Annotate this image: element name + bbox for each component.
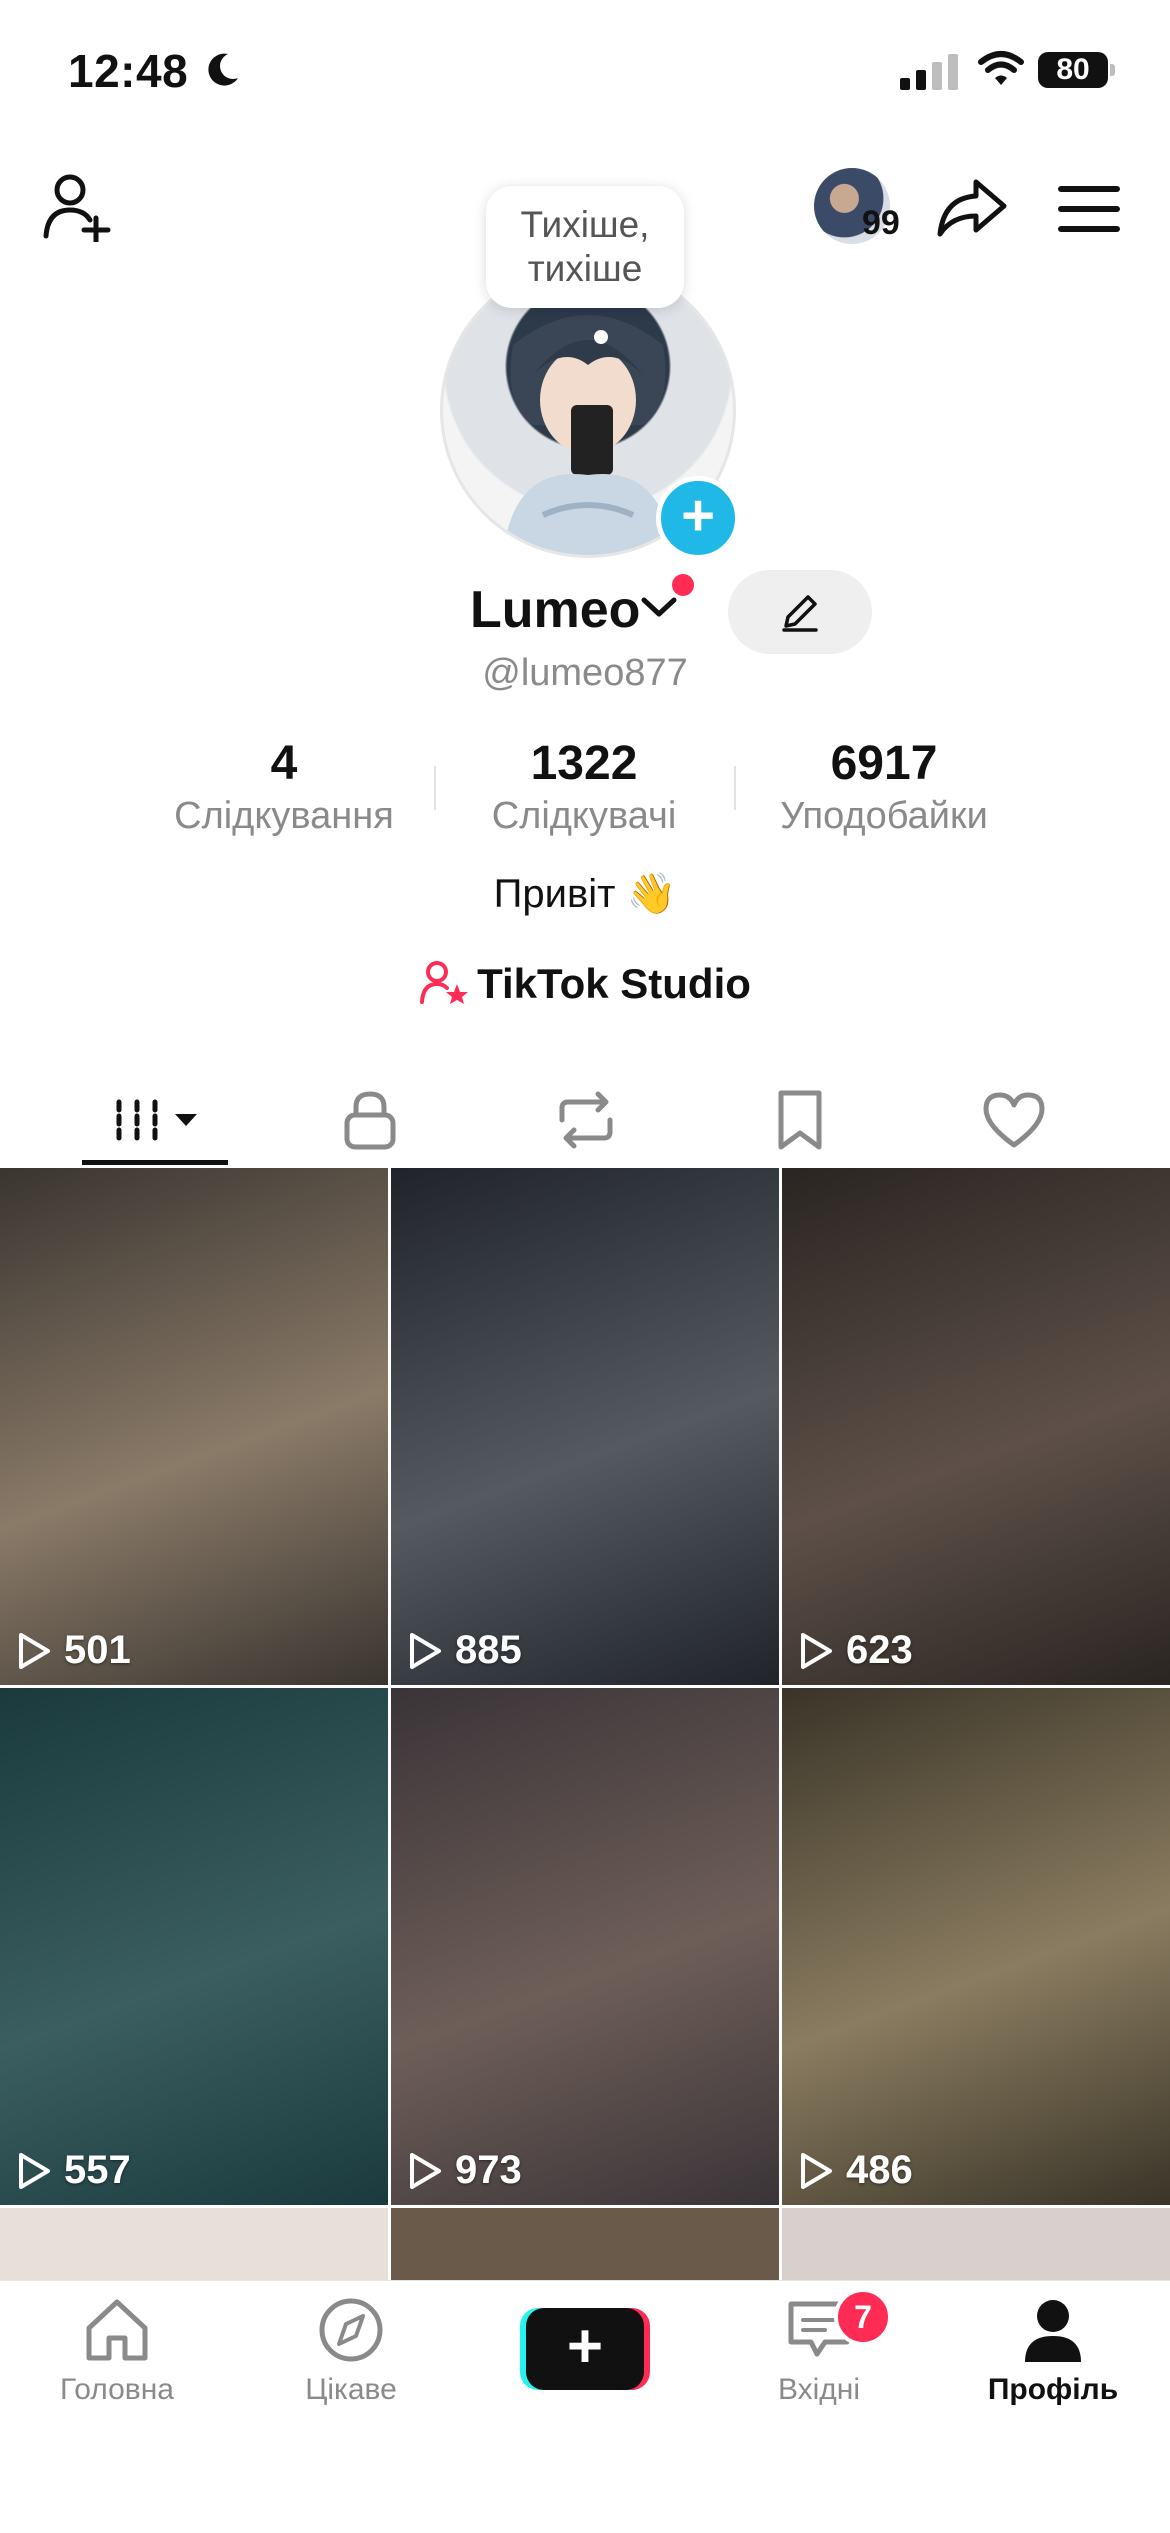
bubble-line-2: тихіше xyxy=(527,248,643,289)
video-thumbnail[interactable]: 885 xyxy=(391,1168,779,1685)
stat-following[interactable]: 4 Слідкування xyxy=(154,736,414,838)
play-icon xyxy=(410,1632,441,1669)
home-icon xyxy=(86,2299,148,2361)
nav-label: Головна xyxy=(60,2373,174,2406)
heart-icon xyxy=(983,1092,1045,1148)
view-count: 501 xyxy=(16,1628,131,1673)
tab-favorites[interactable] xyxy=(692,1070,908,1170)
edit-profile-button[interactable] xyxy=(728,570,872,654)
status-bubble[interactable]: Тихіше, тихіше xyxy=(486,186,684,308)
stat-value: 4 xyxy=(270,737,298,790)
tiktok-studio-link[interactable]: TikTok Studio xyxy=(0,960,1170,1008)
pencil-icon xyxy=(782,595,818,632)
creator-icon xyxy=(420,961,469,1004)
share-icon[interactable] xyxy=(936,176,1008,238)
stat-likes[interactable]: 6917 Уподобайки xyxy=(754,736,1014,838)
wifi-icon xyxy=(978,51,1024,85)
view-count: 885 xyxy=(407,1628,522,1673)
compass-icon xyxy=(319,2298,383,2362)
play-icon xyxy=(19,2152,50,2189)
create-button[interactable]: + xyxy=(520,2308,650,2390)
profile-name[interactable]: Lumeo xyxy=(470,580,640,640)
signal-icon xyxy=(900,50,958,90)
tab-liked[interactable] xyxy=(906,1070,1122,1170)
active-tab-indicator xyxy=(82,1160,228,1165)
view-count-value: 501 xyxy=(64,1628,131,1672)
plus-icon: + xyxy=(526,2308,644,2390)
view-count: 486 xyxy=(798,2148,913,2193)
lock-icon xyxy=(344,1091,396,1150)
video-thumbnail[interactable] xyxy=(391,2208,779,2288)
status-time: 12:48 xyxy=(68,45,189,97)
nav-profile[interactable]: Профіль xyxy=(936,2296,1170,2407)
nav-home[interactable]: Головна xyxy=(0,2296,234,2407)
video-thumbnail[interactable] xyxy=(0,2208,388,2288)
stat-label: Слідкування xyxy=(174,795,394,837)
battery-indicator: 80 xyxy=(1038,52,1108,88)
tab-videos[interactable] xyxy=(48,1070,264,1170)
nav-label: Цікаве xyxy=(305,2373,397,2406)
play-icon xyxy=(801,1632,832,1669)
view-count-value: 885 xyxy=(455,1628,522,1672)
view-count: 623 xyxy=(798,1628,913,1673)
video-thumbnail[interactable]: 501 xyxy=(0,1168,388,1685)
video-thumbnail[interactable]: 973 xyxy=(391,1688,779,2205)
bubble-tail xyxy=(594,330,608,344)
nav-discover[interactable]: Цікаве xyxy=(234,2296,468,2407)
view-count-value: 557 xyxy=(64,2148,131,2192)
stat-followers[interactable]: 1322 Слідкувачі xyxy=(454,736,714,838)
stat-value: 6917 xyxy=(830,737,938,790)
stat-label: Уподобайки xyxy=(780,795,988,837)
stat-value: 1322 xyxy=(530,737,638,790)
stat-label: Слідкувачі xyxy=(491,795,677,837)
video-thumbnail[interactable]: 557 xyxy=(0,1688,388,2205)
view-count-value: 973 xyxy=(455,2148,522,2192)
view-count: 557 xyxy=(16,2148,131,2193)
nav-label: Профіль xyxy=(987,2373,1119,2406)
video-thumbnail[interactable] xyxy=(782,2208,1170,2288)
view-count-value: 486 xyxy=(846,2148,913,2192)
view-count-value: 623 xyxy=(846,1628,913,1672)
tiktok-studio-label: TikTok Studio xyxy=(477,960,751,1007)
play-icon xyxy=(801,2152,832,2189)
play-icon xyxy=(410,2152,441,2189)
add-story-button[interactable]: + xyxy=(656,476,740,560)
inbox-badge: 7 xyxy=(834,2288,892,2346)
bubble-line-1: Тихіше, xyxy=(520,204,650,245)
tab-private[interactable] xyxy=(262,1070,478,1170)
notification-dot xyxy=(672,574,694,596)
menu-icon[interactable] xyxy=(1058,184,1120,234)
nav-label: Вхідні xyxy=(777,2373,861,2406)
view-count: 973 xyxy=(407,2148,522,2193)
videos-grid-icon xyxy=(116,1099,197,1141)
nav-inbox[interactable]: Вхідні xyxy=(702,2296,936,2407)
video-thumbnail[interactable]: 486 xyxy=(782,1688,1170,2205)
profile-handle: @lumeo877 xyxy=(482,652,688,694)
stat-divider xyxy=(734,766,736,810)
battery-tip xyxy=(1110,64,1115,76)
video-grid: 501 885 623 557 973 486 xyxy=(0,1168,1170,2288)
add-friend-icon[interactable] xyxy=(40,172,116,242)
profile-icon xyxy=(1025,2300,1081,2362)
moon-icon xyxy=(208,53,238,86)
repost-icon xyxy=(559,1091,613,1149)
bookmark-icon xyxy=(778,1090,822,1150)
stat-divider xyxy=(434,766,436,810)
video-thumbnail[interactable]: 623 xyxy=(782,1168,1170,1685)
profile-bio: Привіт 👋 xyxy=(493,872,677,916)
chevron-down-icon[interactable] xyxy=(640,592,678,622)
tab-reposts[interactable] xyxy=(478,1070,694,1170)
friends-badge: 99 xyxy=(862,204,900,242)
play-icon xyxy=(19,1632,50,1669)
